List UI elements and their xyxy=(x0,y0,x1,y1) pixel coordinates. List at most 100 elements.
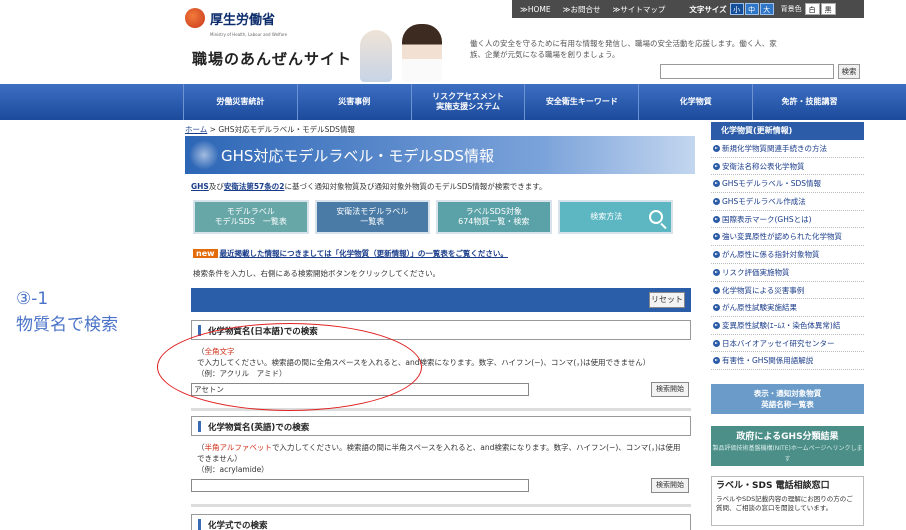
model-label-sds-list-button[interactable]: モデルラベル モデルSDS 一覧表 xyxy=(193,200,309,234)
font-size-small[interactable]: 小 xyxy=(729,3,744,15)
sidebar-item-label: GHSモデルラベル作成法 xyxy=(722,197,806,207)
sidebar-item[interactable]: 新規化学物質関連手続きの方法 xyxy=(711,140,864,158)
sidebar-item-label: がん原性試験実施結果 xyxy=(722,303,797,313)
site-search-input[interactable] xyxy=(660,64,834,79)
english-search-button[interactable]: 検索開始 xyxy=(651,478,689,493)
nav-accident-cases[interactable]: 災害事例 xyxy=(296,84,411,120)
font-size-large[interactable]: 大 xyxy=(759,3,774,15)
section-title: 化学物質名(英語)での検索 xyxy=(208,423,310,433)
reset-button[interactable]: リセット xyxy=(649,292,685,308)
sidebar-item[interactable]: GHSモデルラベル作成法 xyxy=(711,193,864,211)
news-link[interactable]: 最近掲載した情報につきましては「化学物質（更新情報）」の一覧表をご覧ください。 xyxy=(220,249,508,258)
site-search-button[interactable]: 検索 xyxy=(838,64,860,79)
sidebar-item-label: 化学物質による災害事例 xyxy=(722,285,805,295)
nav-safety-keywords[interactable]: 安全衛生キーワード xyxy=(524,84,638,120)
new-badge: new xyxy=(193,249,218,258)
section-description: （半角アルファベットで入力してください。検索語の間に半角スペースを入れると、an… xyxy=(191,442,686,475)
search-section-formula: 化学式での検索 xyxy=(191,514,691,530)
desc-paren: （ xyxy=(197,443,205,452)
ghs-classification-banner[interactable]: 政府によるGHS分類結果 製品評価技術基盤機構(NITE)ホームページへリンクし… xyxy=(711,425,864,466)
intro-rest: に基づく通知対象物質及び通知対象外物質のモデルSDS情報が検索できます。 xyxy=(284,182,547,191)
search-instruction: 検索条件を入力し、右側にある検索開始ボタンをクリックしてください。 xyxy=(193,269,441,278)
japanese-search-button[interactable]: 検索開始 xyxy=(651,382,689,397)
bg-white-button[interactable]: 白 xyxy=(804,3,820,15)
page-title: GHS対応モデルラベル・モデルSDS情報 xyxy=(221,147,495,165)
bg-black-button[interactable]: 黒 xyxy=(820,3,836,15)
sidebar-item[interactable]: 変異原性試験(ｴｰﾑｽ・染色体異常)結 xyxy=(711,317,864,335)
sidebar-heading: 化学物質(更新情報) xyxy=(711,122,864,140)
search-method-button[interactable]: 検索方法 xyxy=(557,200,673,234)
label-sds-674-list-button[interactable]: ラベルSDS対象 674物質一覧・検索 xyxy=(436,200,552,234)
sidebar-item[interactable]: がん原性試験実施結果 xyxy=(711,299,864,317)
intro-text: GHS及び安衛法第57条の2に基づく通知対象物質及び通知対象外物質のモデルSDS… xyxy=(191,181,547,192)
ansei-model-label-list-button[interactable]: 安衛法モデルラベル 一覧表 xyxy=(314,200,430,234)
annotation-text: 物質名で検索 xyxy=(16,315,118,335)
section-heading: 化学物質名(英語)での検索 xyxy=(191,416,691,436)
sidebar-item[interactable]: 日本バイオアッセイ研究センター xyxy=(711,335,864,353)
sidebar-item[interactable]: 国際表示マーク(GHSとは) xyxy=(711,211,864,229)
english-name-input[interactable] xyxy=(191,479,529,492)
phone-consult-box[interactable]: ラベル・SDS 電話相談窓口 ラベルやSDS記載内容の理解にお困りの方のご質問、… xyxy=(711,475,864,526)
sidebar-item-label: 国際表示マーク(GHSとは) xyxy=(722,214,812,224)
breadcrumb-home[interactable]: ホーム xyxy=(185,125,207,134)
sidebar-item[interactable]: 強い変異原性が認められた化学物質 xyxy=(711,228,864,247)
search-panel-header: リセット xyxy=(191,288,691,312)
news-notice: new 最近掲載した情報につきましては「化学物質（更新情報）」の一覧表をご覧くださ… xyxy=(193,248,508,259)
arrow-circle-icon xyxy=(713,357,720,365)
sidebar-item-label: 新規化学物質関連手続きの方法 xyxy=(722,144,827,153)
english-name-list-banner[interactable]: 表示・通知対象物質 英語名称一覧表 xyxy=(711,383,864,414)
sidebar-item[interactable]: 化学物質による災害事例 xyxy=(711,282,864,300)
mhlw-logo[interactable]: 厚生労働省 xyxy=(185,8,275,28)
sidebar-item-label: 変異原性試験(ｴｰﾑｽ・染色体異常)結 xyxy=(722,320,841,330)
section-heading: 化学式での検索 xyxy=(191,514,691,530)
sidebar-item-label: 日本バイオアッセイ研究センター xyxy=(722,338,835,348)
magnifier-icon xyxy=(649,210,663,224)
sidebar-item[interactable]: がん原性に係る指針対象物質 xyxy=(711,246,864,264)
section-divider xyxy=(191,504,691,507)
arrow-circle-icon xyxy=(713,339,720,347)
law-article-link[interactable]: 安衛法第57条の2 xyxy=(224,182,285,191)
search-row: 検索開始 xyxy=(191,478,691,495)
sidebar-item[interactable]: GHSモデルラベル・SDS情報 xyxy=(711,175,864,194)
nav-licenses[interactable]: 免許・技能講習 xyxy=(752,84,866,120)
sidebar-item-label: 有害性・GHS関係用語解説 xyxy=(722,356,814,366)
hero-person-1 xyxy=(360,30,392,82)
breadcrumb-separator: > xyxy=(209,125,216,134)
mhlw-logo-icon xyxy=(185,8,205,28)
hero-image xyxy=(350,20,460,82)
section-title: 化学式での検索 xyxy=(208,521,268,530)
top-link-sitemap[interactable]: ≫サイトマップ xyxy=(612,4,665,15)
intro-mid: 及び xyxy=(208,182,224,191)
arrow-circle-icon xyxy=(713,268,720,276)
annotation-label: ③-1 物質名で検索 xyxy=(16,286,118,338)
sidebar-item-label: 安衛法名称公表化学物質 xyxy=(722,161,805,171)
nav-chemicals[interactable]: 化学物質 xyxy=(638,84,752,120)
breadcrumb-current: GHS対応モデルラベル・モデルSDS情報 xyxy=(218,125,355,134)
top-link-contact[interactable]: ≫お問合せ xyxy=(563,4,601,15)
sidebar-item-label: GHSモデルラベル・SDS情報 xyxy=(722,179,822,189)
nav-accident-stats[interactable]: 労働災害統計 xyxy=(183,84,297,120)
banner-glow-icon xyxy=(189,140,219,170)
quick-links: モデルラベル モデルSDS 一覧表 安衛法モデルラベル 一覧表 ラベルSDS対象… xyxy=(193,200,673,234)
hero-person-2 xyxy=(402,24,442,82)
ghs-banner-sub: 製品評価技術基盤機構(NITE)ホームページへリンクします xyxy=(712,444,863,463)
site-title[interactable]: 職場のあんぜんサイト xyxy=(192,48,352,69)
logo-text: 厚生労働省 xyxy=(210,12,276,28)
breadcrumb: ホーム > GHS対応モデルラベル・モデルSDS情報 xyxy=(185,124,355,135)
font-size-medium[interactable]: 中 xyxy=(744,3,759,15)
arrow-circle-icon xyxy=(713,321,720,329)
sidebar-item-label: 強い変異原性が認められた化学物質 xyxy=(722,232,842,242)
sidebar-item[interactable]: リスク評価実施物質 xyxy=(711,264,864,282)
arrow-circle-icon xyxy=(713,162,720,170)
desc-highlight: 半角アルファベット xyxy=(204,443,272,452)
top-link-home[interactable]: ≫HOME xyxy=(520,5,551,14)
search-method-label: 検索方法 xyxy=(590,212,623,221)
arrow-circle-icon xyxy=(713,233,720,241)
nav-risk-assessment[interactable]: リスクアセスメント 実施支援システム xyxy=(410,84,525,120)
search-section-english: 化学物質名(英語)での検索 （半角アルファベットで入力してください。検索語の間に… xyxy=(191,416,691,495)
sidebar-item[interactable]: 有害性・GHS関係用語解説 xyxy=(711,352,864,370)
ghs-link[interactable]: GHS xyxy=(191,182,209,191)
phone-consult-title: ラベル・SDS 電話相談窓口 xyxy=(716,480,830,491)
sidebar-item[interactable]: 安衛法名称公表化学物質 xyxy=(711,158,864,176)
sidebar-item-label: がん原性に係る指針対象物質 xyxy=(722,250,820,260)
